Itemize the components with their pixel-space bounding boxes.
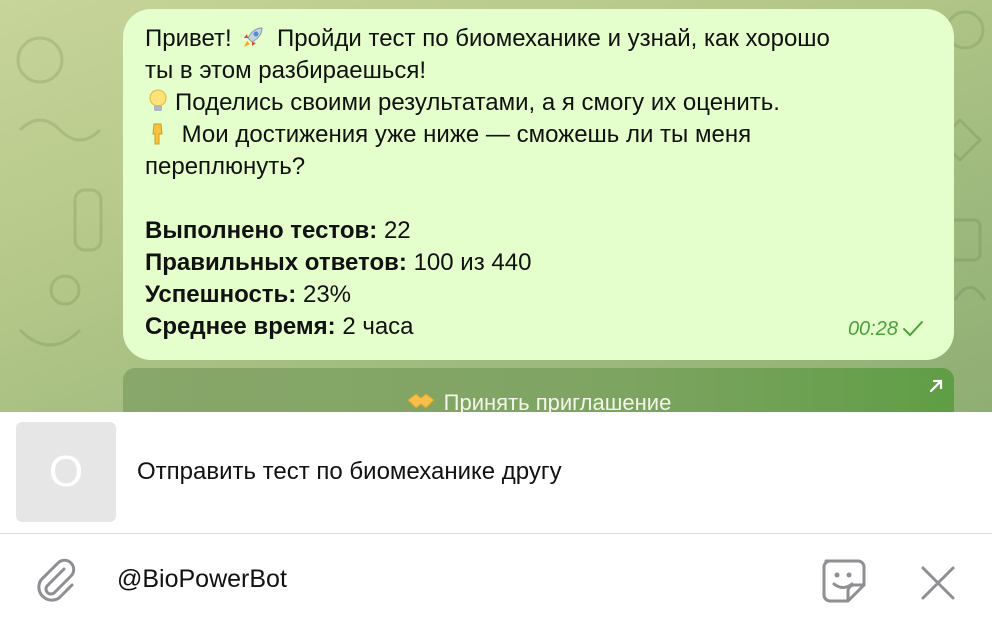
message-line-3: Поделись своими результатами, а я смогу … xyxy=(145,87,932,119)
pointing-down-hand-icon xyxy=(152,123,163,145)
accept-invitation-button[interactable]: Принять приглашение xyxy=(123,368,954,412)
arrow-out-icon xyxy=(929,379,943,393)
accept-invitation-label: Принять приглашение xyxy=(443,390,672,412)
paperclip-icon[interactable] xyxy=(34,557,78,603)
message-input[interactable]: @BioPowerBot xyxy=(117,565,287,594)
stat-avg-time: Среднее время: 2 часа xyxy=(145,313,414,340)
stat-success: Успешность: 23% xyxy=(145,281,352,308)
inline-results-panel: О Отправить тест по биомеханике другу xyxy=(0,412,992,534)
result-thumbnail: О xyxy=(16,422,116,522)
sticker-icon[interactable] xyxy=(818,555,870,607)
message-line-2: ты в этом разбираешься! xyxy=(145,57,427,84)
result-title: Отправить тест по биомеханике другу xyxy=(137,458,562,485)
light-bulb-icon xyxy=(149,89,167,111)
stat-tests: Выполнено тестов: 22 xyxy=(145,217,411,244)
stat-correct: Правильных ответов: 100 из 440 xyxy=(145,249,532,276)
chat-area: Привет! Пройди тест по биомеханике и узн… xyxy=(0,0,992,412)
message-input-bar: @BioPowerBot xyxy=(0,535,992,620)
rocket-icon xyxy=(244,27,263,47)
handshake-icon xyxy=(406,393,435,409)
close-icon[interactable] xyxy=(920,565,956,601)
message-bubble: Привет! Пройди тест по биомеханике и узн… xyxy=(123,9,954,360)
message-line-4: Мои достижения уже ниже — сможешь ли ты … xyxy=(145,119,932,151)
message-line-1: Привет! Пройди тест по биомеханике и узн… xyxy=(145,25,830,52)
check-icon xyxy=(903,321,923,337)
message-time: 00:28 xyxy=(848,313,924,345)
message-line-5: переплюнуть? xyxy=(145,153,306,180)
